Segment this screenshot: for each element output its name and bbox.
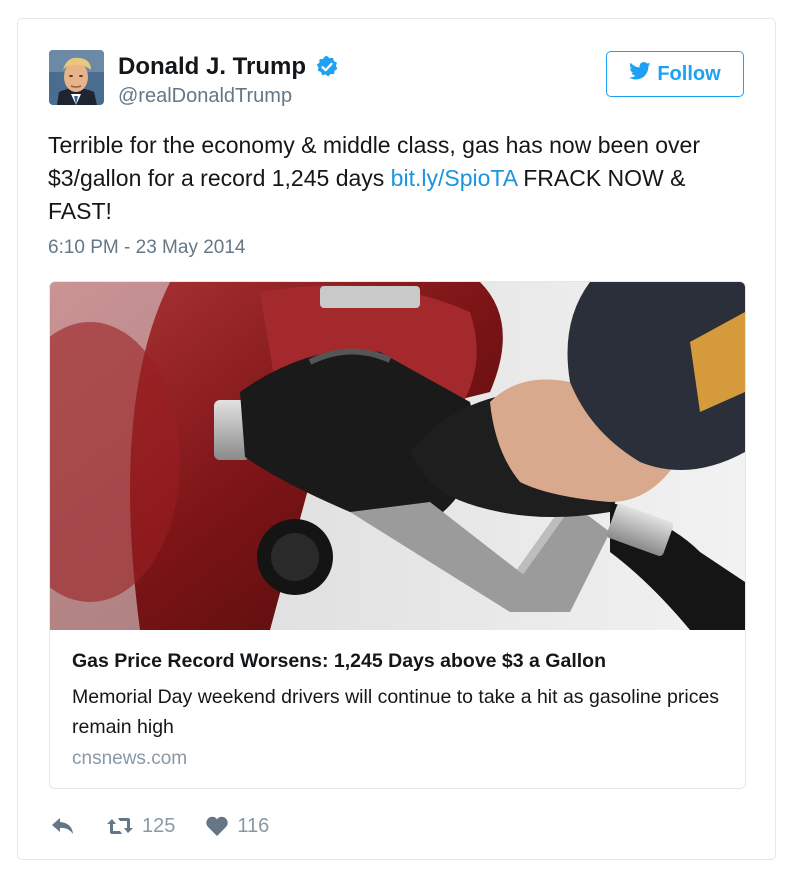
heart-icon	[205, 815, 229, 837]
retweet-icon	[106, 815, 134, 837]
like-count: 116	[237, 814, 270, 837]
avatar[interactable]	[49, 50, 104, 105]
retweet-button[interactable]: 125	[106, 815, 175, 838]
card-domain: cnsnews.com	[72, 748, 188, 769]
author-name[interactable]: Donald J. Trump	[118, 53, 306, 81]
card-title[interactable]: Gas Price Record Worsens: 1,245 Days abo…	[72, 650, 606, 673]
twitter-bird-icon	[629, 62, 651, 86]
follow-label: Follow	[657, 62, 721, 85]
tweet-actions: 125 116	[50, 811, 269, 841]
tweet-link[interactable]: bit.ly/SpioTA	[391, 165, 517, 191]
reply-icon	[50, 816, 76, 836]
tweet-text: Terrible for the economy & middle class,…	[48, 129, 748, 228]
author-handle[interactable]: @realDonaldTrump	[118, 85, 292, 108]
gas-pump-nozzle-photo	[50, 282, 745, 630]
retweet-count: 125	[142, 814, 176, 837]
tweet-card: Donald J. Trump @realDonaldTrump Follow …	[17, 18, 776, 860]
reply-button[interactable]	[50, 816, 76, 836]
verified-badge-icon	[315, 55, 339, 79]
card-description: Memorial Day weekend drivers will contin…	[72, 686, 720, 738]
like-button[interactable]: 116	[205, 815, 269, 838]
link-preview-card[interactable]: Gas Price Record Worsens: 1,245 Days abo…	[49, 281, 746, 789]
follow-button[interactable]: Follow	[606, 51, 744, 97]
tweet-timestamp[interactable]: 6:10 PM - 23 May 2014	[48, 237, 246, 259]
